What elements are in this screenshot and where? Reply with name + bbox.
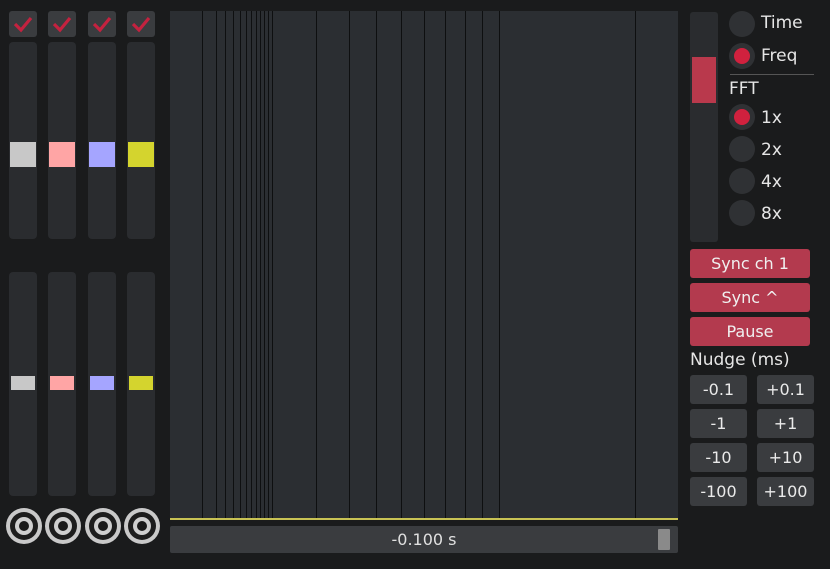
nudge-plus-1-button[interactable]: +1 — [757, 409, 814, 438]
time-scrollbar[interactable]: -0.100 s — [170, 526, 678, 553]
nudge-plus-10-button[interactable]: +10 — [757, 443, 814, 472]
grid-line — [445, 11, 446, 519]
divider — [730, 74, 814, 75]
slider-thumb[interactable] — [10, 142, 36, 167]
channel-4-offset-slider[interactable] — [127, 272, 155, 496]
channel-1-jack-icon[interactable] — [6, 508, 42, 544]
scrollbar-thumb[interactable] — [658, 529, 670, 550]
checkmark-icon — [13, 16, 33, 33]
time-offset-label: -0.100 s — [391, 530, 457, 549]
channel-3-jack-icon[interactable] — [85, 508, 121, 544]
radio-time[interactable] — [729, 11, 755, 37]
zoom-slider[interactable] — [690, 12, 718, 242]
sync-ch1-button[interactable]: Sync ch 1 — [690, 249, 810, 278]
fft-4x-label: 4x — [761, 172, 782, 192]
checkmark-icon — [131, 16, 151, 33]
radio-fft-2x[interactable] — [729, 136, 755, 162]
channel-3-gain-slider[interactable] — [88, 42, 116, 239]
channel-1-checkbox[interactable] — [9, 11, 37, 37]
slider-thumb[interactable] — [50, 376, 74, 390]
grid-line — [216, 11, 217, 519]
grid-line — [268, 11, 269, 519]
grid-line — [202, 11, 203, 519]
grid-line — [260, 11, 261, 519]
channel-2-gain-slider[interactable] — [48, 42, 76, 239]
grid-line — [272, 11, 273, 519]
grid-line — [635, 11, 636, 519]
grid-line — [264, 11, 265, 519]
grid-line — [465, 11, 466, 519]
nudge-plus-0.1-button[interactable]: +0.1 — [757, 375, 814, 404]
checkmark-icon — [92, 16, 112, 33]
slider-thumb[interactable] — [89, 142, 115, 167]
nudge-title: Nudge (ms) — [690, 350, 790, 370]
radio-freq[interactable] — [729, 43, 755, 69]
grid-line — [256, 11, 257, 519]
channel-1-offset-slider[interactable] — [9, 272, 37, 496]
slider-thumb[interactable] — [49, 142, 75, 167]
freq-label: Freq — [761, 46, 798, 66]
channel-2-offset-slider[interactable] — [48, 272, 76, 496]
grid-line — [233, 11, 234, 519]
grid-line — [401, 11, 402, 519]
channel-3-offset-slider[interactable] — [88, 272, 116, 496]
grid-line — [240, 11, 241, 519]
grid-line — [246, 11, 247, 519]
channel-2-jack-icon[interactable] — [45, 508, 81, 544]
channel-1-gain-slider[interactable] — [9, 42, 37, 239]
channel-4-jack-icon[interactable] — [124, 508, 160, 544]
slider-thumb[interactable] — [692, 57, 716, 103]
time-label: Time — [761, 13, 803, 33]
fft-title: FFT — [729, 79, 759, 99]
sync-edge-button[interactable]: Sync ^ — [690, 283, 810, 312]
grid-line — [316, 11, 317, 519]
slider-thumb[interactable] — [128, 142, 154, 167]
channel-3-checkbox[interactable] — [88, 11, 116, 37]
nudge-minus-0.1-button[interactable]: -0.1 — [690, 375, 747, 404]
nudge-minus-1-button[interactable]: -1 — [690, 409, 747, 438]
radio-fft-1x[interactable] — [729, 104, 755, 130]
fft-8x-label: 8x — [761, 204, 782, 224]
fft-2x-label: 2x — [761, 140, 782, 160]
channel-4-checkbox[interactable] — [127, 11, 155, 37]
grid-line — [251, 11, 252, 519]
channel-4-gain-slider[interactable] — [127, 42, 155, 239]
nudge-minus-10-button[interactable]: -10 — [690, 443, 747, 472]
radio-fft-8x[interactable] — [729, 200, 755, 226]
grid-line — [499, 11, 500, 519]
pause-button[interactable]: Pause — [690, 317, 810, 346]
grid-line — [225, 11, 226, 519]
slider-thumb[interactable] — [129, 376, 153, 390]
radio-fft-4x[interactable] — [729, 168, 755, 194]
nudge-minus-100-button[interactable]: -100 — [690, 477, 747, 506]
spectrum-plot[interactable] — [170, 11, 678, 519]
grid-line — [424, 11, 425, 519]
grid-line — [349, 11, 350, 519]
grid-line — [376, 11, 377, 519]
grid-line — [482, 11, 483, 519]
nudge-plus-100-button[interactable]: +100 — [757, 477, 814, 506]
channel-2-checkbox[interactable] — [48, 11, 76, 37]
fft-1x-label: 1x — [761, 108, 782, 128]
slider-thumb[interactable] — [90, 376, 114, 390]
slider-thumb[interactable] — [11, 376, 35, 390]
checkmark-icon — [52, 16, 72, 33]
signal-trace — [170, 518, 678, 520]
